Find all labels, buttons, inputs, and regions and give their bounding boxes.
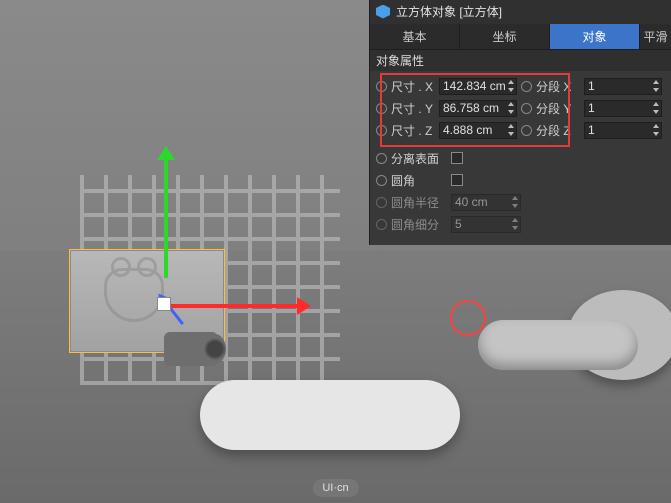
spin-down-icon[interactable] (651, 86, 661, 94)
group-title: 对象属性 (370, 49, 671, 71)
field-seg-z[interactable]: 1 (584, 122, 662, 139)
field-size-x[interactable]: 142.834 cm (439, 78, 517, 95)
tab-coord[interactable]: 坐标 (460, 24, 550, 49)
field-size-y[interactable]: 86.758 cm (439, 100, 517, 117)
label-seg-x: 分段 X (536, 78, 580, 95)
anim-dot-seg-y[interactable] (521, 103, 532, 114)
spin-down-icon[interactable] (506, 130, 516, 138)
anim-dot-size-z[interactable] (376, 125, 387, 136)
spin-up-icon[interactable] (651, 123, 661, 131)
axis-y-arrow[interactable] (164, 158, 168, 278)
axis-origin-handle[interactable] (158, 298, 170, 310)
spin-down-icon[interactable] (506, 108, 516, 116)
spin-down-icon[interactable] (651, 130, 661, 138)
field-fillet-sub: 5 (451, 216, 521, 233)
label-separate: 分离表面 (391, 150, 447, 167)
spin-up-icon[interactable] (506, 101, 516, 109)
tab-object[interactable]: 对象 (550, 24, 640, 49)
shape-3d (200, 380, 460, 450)
spin-up-icon[interactable] (651, 101, 661, 109)
disc-3d-1 (478, 320, 638, 370)
spin-down-icon[interactable] (506, 86, 516, 94)
spin-up-icon (510, 195, 520, 203)
anim-dot-size-x[interactable] (376, 81, 387, 92)
label-size-x: 尺寸 . X (391, 78, 435, 95)
spin-down-icon[interactable] (651, 108, 661, 116)
anim-dot-size-y[interactable] (376, 103, 387, 114)
checkbox-separate[interactable] (451, 152, 463, 164)
watermark: UI·cn (312, 479, 358, 497)
spin-down-icon (510, 224, 520, 232)
spin-up-icon[interactable] (506, 123, 516, 131)
label-size-z: 尺寸 . Z (391, 122, 435, 139)
tab-flat[interactable]: 平滑 (640, 24, 671, 49)
cube-icon (376, 5, 390, 19)
anim-dot-fillet[interactable] (376, 175, 387, 186)
anim-dot-fillet-radius (376, 197, 387, 208)
tab-basic[interactable]: 基本 (370, 24, 460, 49)
field-fillet-radius: 40 cm (451, 194, 521, 211)
anim-dot-seg-x[interactable] (521, 81, 532, 92)
anim-dot-seg-z[interactable] (521, 125, 532, 136)
properties-panel: 立方体对象 [立方体] 基本 坐标 对象 平滑 对象属性 尺寸 . X 142.… (369, 0, 671, 245)
panel-title: 立方体对象 [立方体] (396, 3, 502, 20)
label-size-y: 尺寸 . Y (391, 100, 435, 117)
axis-x-arrow[interactable] (164, 304, 299, 308)
label-seg-z: 分段 Z (536, 122, 580, 139)
spin-up-icon[interactable] (506, 79, 516, 87)
label-fillet-sub: 圆角细分 (391, 216, 447, 233)
label-fillet-radius: 圆角半径 (391, 194, 447, 211)
anim-dot-separate[interactable] (376, 153, 387, 164)
field-size-z[interactable]: 4.888 cm (439, 122, 517, 139)
checkbox-fillet[interactable] (451, 174, 463, 186)
spin-down-icon (510, 202, 520, 210)
spin-up-icon[interactable] (651, 79, 661, 87)
anim-dot-fillet-sub (376, 219, 387, 230)
spin-up-icon (510, 217, 520, 225)
cylinder-3d (164, 332, 218, 366)
field-seg-y[interactable]: 1 (584, 100, 662, 117)
label-seg-y: 分段 Y (536, 100, 580, 117)
label-fillet: 圆角 (391, 172, 447, 189)
field-seg-x[interactable]: 1 (584, 78, 662, 95)
origin-ring-icon (450, 300, 486, 336)
